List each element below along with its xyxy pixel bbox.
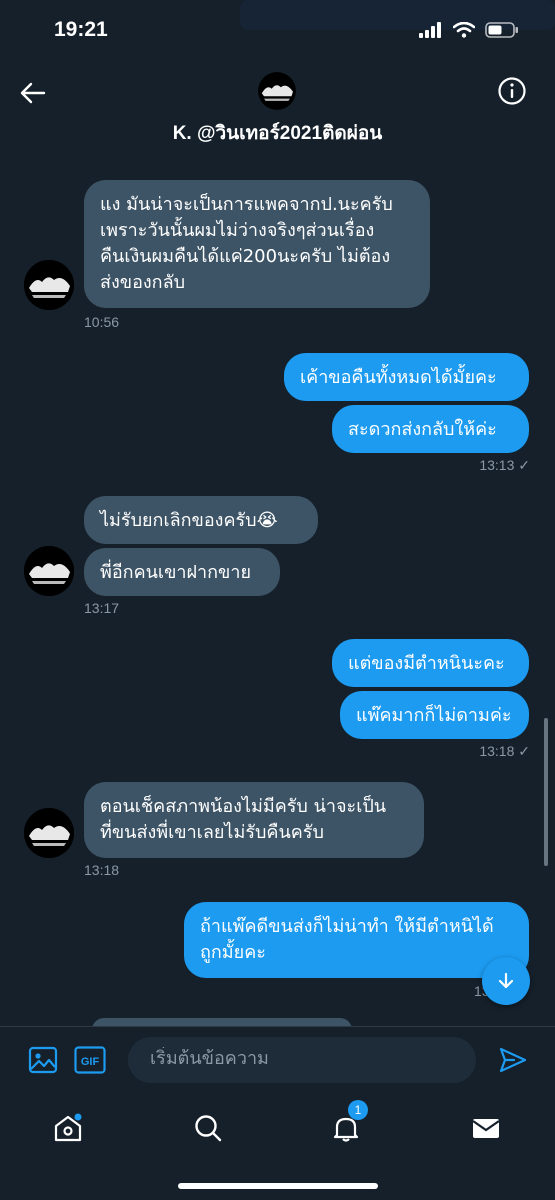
- message-bubble-incoming: ตอนเช็คสภาพน้องไม่มีครับ น่าจะเป็น ที่ขน…: [84, 782, 424, 858]
- image-icon: [28, 1046, 58, 1074]
- message-status: 13:18 ✓: [430, 743, 530, 760]
- message-bubble-incoming: พี่อีกคนเขาฝากขาย: [84, 548, 280, 596]
- message-timestamp: 13:18: [84, 862, 120, 878]
- message-bubble-outgoing: แต่ของมีตำหนินะคะ: [332, 639, 529, 687]
- sender-avatar[interactable]: [24, 260, 74, 310]
- scrollbar[interactable]: [544, 718, 548, 866]
- message-timestamp: 13:18: [479, 743, 515, 759]
- sent-check-icon: ✓: [518, 743, 530, 759]
- status-icons: [419, 22, 519, 38]
- arrow-down-icon: [498, 972, 514, 989]
- message-bubble-incoming: ไม่รับยกเลิกของครับ😭: [84, 496, 318, 544]
- message-timestamp: 10:56: [84, 314, 120, 330]
- tab-notifications[interactable]: 1: [324, 1100, 368, 1150]
- message-bubble-outgoing: เค้าขอคืนทั้งหมดได้มั้ยคะ: [284, 353, 529, 401]
- sender-avatar[interactable]: [24, 546, 74, 596]
- message-input-container[interactable]: [128, 1037, 476, 1083]
- conversation-title: K. @วินเทอร์2021ติดผ่อน: [172, 123, 383, 144]
- message-bubble-outgoing: สะดวกส่งกลับให้ค่ะ: [332, 405, 529, 453]
- message-composer: GIF: [0, 1026, 555, 1097]
- message-timestamp: 13:13: [479, 457, 515, 473]
- message-status: 13:13 ✓: [430, 457, 530, 474]
- search-icon: [195, 1115, 222, 1142]
- sender-avatar[interactable]: [24, 808, 74, 858]
- svg-text:GIF: GIF: [81, 1056, 100, 1068]
- back-button[interactable]: [18, 78, 48, 108]
- info-icon: [498, 77, 526, 105]
- gif-icon: GIF: [74, 1046, 106, 1074]
- header-avatar[interactable]: [258, 72, 296, 110]
- info-button[interactable]: [497, 76, 527, 106]
- gif-button[interactable]: GIF: [74, 1045, 106, 1075]
- tab-home[interactable]: [46, 1106, 90, 1150]
- mail-icon: [472, 1119, 500, 1138]
- tab-search[interactable]: [186, 1106, 230, 1150]
- battery-icon: [485, 22, 518, 38]
- message-input[interactable]: [148, 1047, 452, 1070]
- signal-icon: [419, 22, 441, 38]
- scroll-to-bottom-button[interactable]: [482, 957, 530, 1005]
- status-time: 19:21: [54, 18, 108, 41]
- wifi-icon: [453, 22, 475, 38]
- arrow-left-icon: [20, 82, 46, 104]
- send-icon: [499, 1047, 527, 1073]
- message-timestamp: 13:17: [84, 600, 120, 616]
- message-bubble-outgoing: แพ๊คมากก็ไม่ดามค่ะ: [340, 691, 529, 739]
- home-icon: [54, 1113, 82, 1142]
- sent-check-icon: ✓: [518, 457, 530, 473]
- message-bubble-outgoing: ถ้าแพ๊คดีขนส่งก็ไม่น่าทำ ให้มีตำหนิได้ ถ…: [184, 902, 529, 978]
- conversation-header: K. @วินเทอร์2021ติดผ่อน: [0, 62, 555, 158]
- status-bar: 19:21: [0, 0, 555, 62]
- image-button[interactable]: [28, 1045, 58, 1075]
- notification-badge: 1: [348, 1100, 368, 1120]
- home-indicator: [178, 1183, 378, 1189]
- send-button[interactable]: [498, 1045, 528, 1075]
- tab-messages[interactable]: [464, 1106, 508, 1150]
- message-bubble-incoming: แง มันน่าจะเป็นการแพคจากป.นะครับ เพราะวั…: [84, 180, 430, 308]
